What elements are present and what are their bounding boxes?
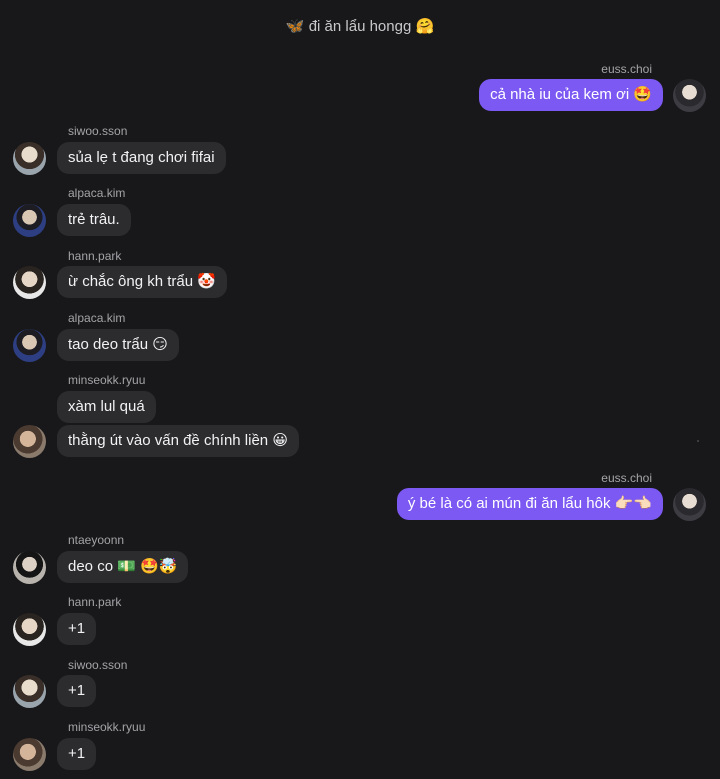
butterfly-icon: 🦋 [285,17,305,35]
sender-name: alpaca.kim [68,186,126,200]
incoming-message-bubble[interactable]: deo co 💵 🤩🤯 [57,551,189,583]
incoming-message-bubble[interactable]: xàm lul quá [57,391,156,423]
scroll-indicator [697,440,699,442]
incoming-message-bubble[interactable]: +1 [57,613,97,645]
sender-name: siwoo.sson [68,124,128,138]
avatar[interactable] [13,329,46,362]
avatar[interactable] [673,79,706,112]
sender-name: euss.choi [601,471,652,485]
sender-name: euss.choi [601,62,652,76]
sender-name: minseokk.ryuu [68,373,146,387]
avatar[interactable] [13,551,46,584]
incoming-message-bubble[interactable]: tao deo trẩu 😏 [57,329,179,361]
outgoing-message-bubble[interactable]: cả nhà iu của kem ơi 🤩 [479,79,663,111]
avatar[interactable] [13,613,46,646]
hugging-face-icon: 🤗 [415,17,435,35]
avatar[interactable] [13,738,46,771]
sender-name: hann.park [68,595,122,609]
sender-name: ntaeyoonn [68,533,125,547]
sender-name: alpaca.kim [68,311,126,325]
sender-name: minseokk.ryuu [68,720,146,734]
chat-window: 🦋 đi ăn lẩu hongg 🤗 euss.choi cả nhà iu … [0,0,720,779]
incoming-message-bubble[interactable]: trẻ trâu. [57,204,131,236]
incoming-message-bubble[interactable]: thằng út vào vấn đề chính liền 😀 [57,425,299,457]
incoming-message-bubble[interactable]: +1 [57,738,97,770]
outgoing-message-bubble[interactable]: ý bé là có ai mún đi ăn lẩu hôk 👉🏻👈🏻 [396,488,663,520]
chat-header[interactable]: 🦋 đi ăn lẩu hongg 🤗 [0,15,720,38]
sender-name: siwoo.sson [68,658,128,672]
avatar[interactable] [13,142,46,175]
incoming-message-bubble[interactable]: sủa lẹ t đang chơi fifai [57,142,226,174]
incoming-message-bubble[interactable]: +1 [57,675,97,707]
avatar[interactable] [673,488,706,521]
incoming-message-bubble[interactable]: ừ chắc ông kh trẩu 🤡 [57,266,227,298]
group-chat-title: đi ăn lẩu hongg [308,18,412,35]
avatar[interactable] [13,675,46,708]
avatar[interactable] [13,266,46,299]
avatar[interactable] [13,425,46,458]
sender-name: hann.park [68,249,122,263]
avatar[interactable] [13,204,46,237]
